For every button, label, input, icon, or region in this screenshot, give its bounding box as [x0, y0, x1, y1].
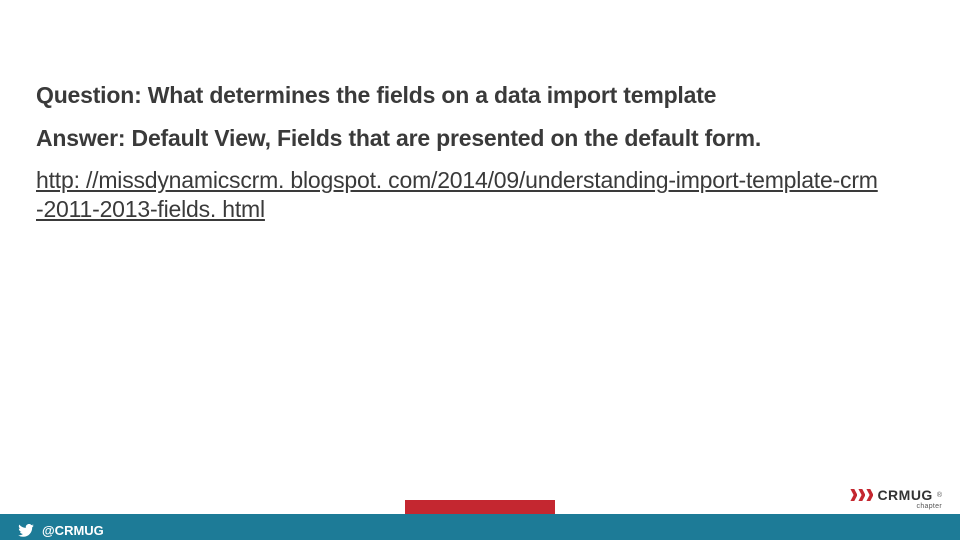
twitter-icon [18, 524, 34, 537]
question-line: Question: What determines the fields on … [36, 80, 924, 111]
answer-line: Answer: Default View, Fields that are pr… [36, 123, 924, 154]
answer-text: Default View, Fields that are presented … [125, 125, 761, 151]
answer-label: Answer: [36, 125, 125, 151]
logo-brand: CRMUG [877, 488, 932, 502]
reference-link-line2: -2011-2013-fields. html [36, 196, 265, 222]
reference-link[interactable]: http: //missdynamicscrm. blogspot. com/2… [36, 167, 878, 222]
crmug-logo: CRMUG ® chapter [850, 488, 942, 510]
reference-link-block: http: //missdynamicscrm. blogspot. com/2… [36, 166, 916, 224]
content-area: Question: What determines the fields on … [36, 80, 924, 224]
logo-subtitle: chapter [850, 503, 942, 510]
slide: Question: What determines the fields on … [0, 0, 960, 540]
footer-bar: @CRMUG [0, 514, 960, 540]
question-label: Question: [36, 82, 142, 108]
chevron-icon [850, 489, 873, 501]
question-text: What determines the fields on a data imp… [142, 82, 717, 108]
reference-link-line1: http: //missdynamicscrm. blogspot. com/2… [36, 167, 878, 193]
footer-handle-group: @CRMUG [18, 523, 104, 538]
footer-handle: @CRMUG [42, 523, 104, 538]
logo-registered: ® [937, 492, 942, 499]
